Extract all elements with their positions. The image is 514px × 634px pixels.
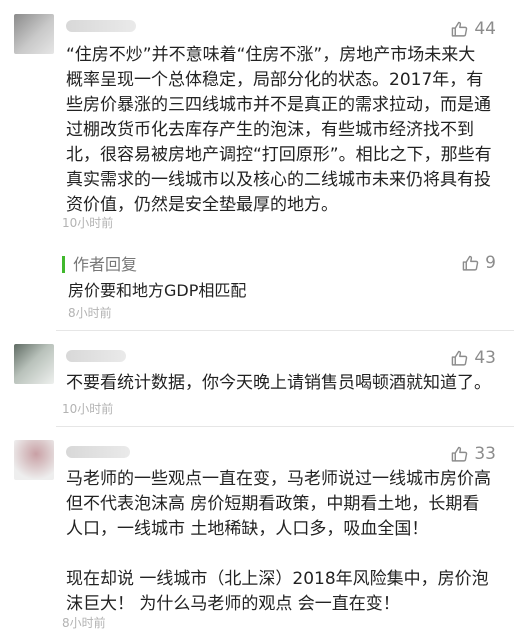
commenter-name-blurred [66,446,130,458]
author-reply-label: 作者回复 [62,256,137,273]
like-count: 9 [485,253,496,273]
like-count: 44 [474,19,496,39]
avatar[interactable] [14,344,54,384]
like-count: 43 [474,348,496,368]
thumbs-up-icon [462,255,479,272]
divider [56,330,514,331]
commenter-name-blurred [66,20,136,32]
like-button[interactable]: 43 [451,348,496,368]
thumbs-up-icon [451,21,468,38]
like-button[interactable]: 33 [451,444,496,464]
author-reply-time: 8小时前 [68,306,112,320]
comment-time: 10小时前 [62,402,114,416]
avatar[interactable] [14,440,54,480]
commenter-name-blurred [66,350,126,362]
divider [56,426,514,427]
avatar[interactable] [14,14,54,54]
reply-like-button[interactable]: 9 [462,253,496,273]
comment-time: 10小时前 [62,216,114,230]
author-reply-text: 房价要和地方GDP相匹配 [68,281,247,300]
comment-time: 8小时前 [62,616,106,630]
like-button[interactable]: 44 [451,19,496,39]
comment-text: 不要看统计数据，你今天晚上请销售员喝顿酒就知道了。 [66,373,491,393]
thumbs-up-icon [451,446,468,463]
like-count: 33 [474,444,496,464]
comment-text-paragraph-2: 现在却说 一线城市（北上深）2018年风险集中，房价泡沫巨大！ 为什么马老师的观… [66,569,489,614]
comment-text-paragraph-1: 马老师的一些观点一直在变，马老师说过一线城市房价高但不代表泡沫高 房价短期看政策… [66,469,491,539]
thumbs-up-icon [451,350,468,367]
comment-text: “住房不炒”并不意味着“住房不涨”，房地产市场未来大概率呈现一个总体稳定，局部分… [66,45,492,215]
